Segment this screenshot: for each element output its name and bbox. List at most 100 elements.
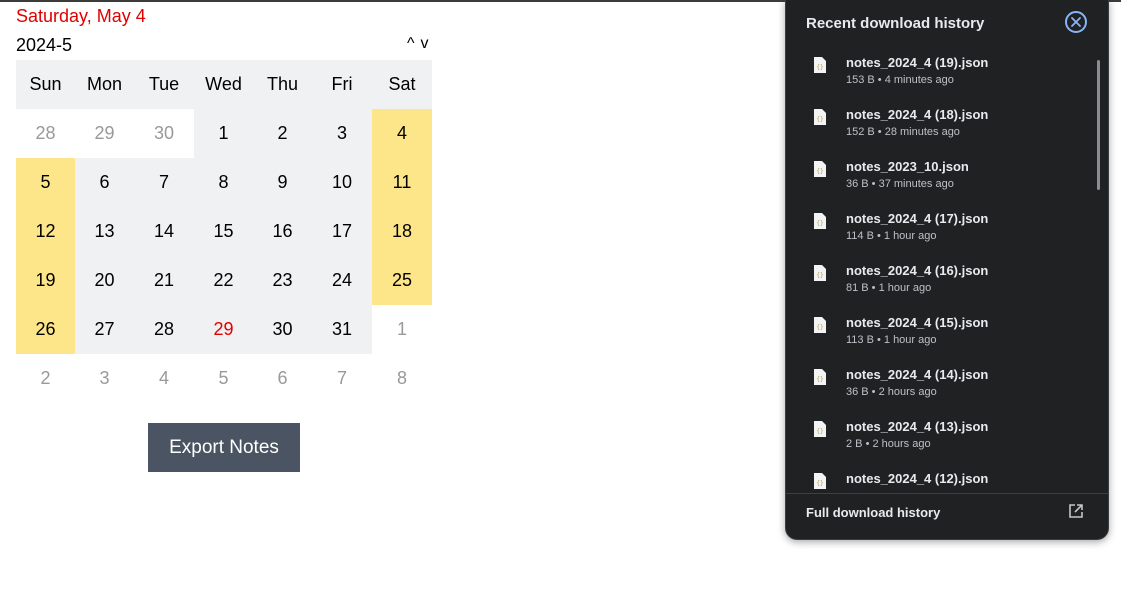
calendar-day[interactable]: 6 — [75, 158, 134, 207]
next-month-button[interactable]: v — [421, 35, 429, 52]
json-file-icon: {} — [814, 369, 826, 385]
calendar-day[interactable]: 23 — [253, 256, 312, 305]
full-download-history-link[interactable]: Full download history — [806, 505, 940, 520]
svg-text:{}: {} — [816, 168, 823, 175]
download-meta: 81 B • 1 hour ago — [846, 282, 932, 294]
download-item[interactable]: {} notes_2024_4 (14).json 36 B • 2 hours… — [786, 356, 1108, 408]
json-file-icon: {} — [814, 161, 826, 177]
download-filename: notes_2024_4 (16).json — [846, 263, 989, 278]
calendar-day-weekend[interactable]: 25 — [372, 256, 432, 305]
calendar-day[interactable]: 16 — [253, 207, 312, 256]
download-filename: notes_2024_4 (18).json — [846, 107, 989, 122]
calendar-day-weekend[interactable]: 18 — [372, 207, 432, 256]
calendar-day[interactable]: 21 — [134, 256, 204, 305]
download-item[interactable]: {} notes_2024_4 (19).json 153 B • 4 minu… — [786, 44, 1108, 96]
download-item[interactable]: {} notes_2024_4 (15).json 113 B • 1 hour… — [786, 304, 1108, 356]
download-list: {} notes_2024_4 (19).json 153 B • 4 minu… — [786, 44, 1108, 493]
open-in-new-icon[interactable] — [1068, 503, 1084, 519]
weekday-header: Wed — [194, 60, 253, 109]
download-item[interactable]: {} notes_2024_4 (13).json 2 B • 2 hours … — [786, 408, 1108, 460]
calendar-day[interactable]: 24 — [312, 256, 372, 305]
calendar-day[interactable]: 14 — [134, 207, 204, 256]
calendar-day-other-month[interactable]: 7 — [312, 354, 372, 403]
download-filename: notes_2024_4 (15).json — [846, 315, 989, 330]
calendar-day-weekend[interactable]: 11 — [372, 158, 432, 207]
calendar-day[interactable]: 20 — [75, 256, 134, 305]
calendar-day-weekend[interactable]: 12 — [16, 207, 75, 256]
month-label: 2024-5 — [16, 35, 73, 55]
download-meta: 36 B • 37 minutes ago — [846, 178, 954, 190]
calendar-day[interactable]: 7 — [134, 158, 194, 207]
download-meta: 36 B • 2 hours ago — [846, 386, 937, 398]
weekday-header: Tue — [134, 60, 194, 109]
day-number: 21 — [153, 270, 175, 290]
calendar-day-other-month[interactable]: 2 — [16, 354, 75, 403]
calendar-day-other-month[interactable]: 1 — [372, 305, 432, 354]
day-number: 14 — [153, 221, 175, 241]
calendar-day-weekend[interactable]: 26 — [16, 305, 75, 354]
calendar-day-other-month[interactable]: 5 — [194, 354, 253, 403]
calendar-day[interactable]: 30 — [253, 305, 312, 354]
calendar-day-other-month[interactable]: 30 — [134, 109, 194, 158]
calendar: Sun Mon Tue Wed Thu Fri Sat 28 29 30 1 2… — [16, 60, 432, 403]
export-notes-button[interactable]: Export Notes — [148, 423, 300, 472]
download-filename: notes_2024_4 (14).json — [846, 367, 989, 382]
json-file-icon: {} — [814, 317, 826, 333]
calendar-day-today[interactable]: 29 — [194, 305, 263, 354]
download-item[interactable]: {} notes_2024_4 (12).json — [786, 460, 1108, 493]
calendar-grid: Sun Mon Tue Wed Thu Fri Sat 28 29 30 1 2… — [16, 60, 432, 403]
calendar-day-weekend[interactable]: 19 — [16, 256, 75, 305]
calendar-day-other-month[interactable]: 28 — [16, 109, 75, 158]
calendar-day[interactable]: 1 — [194, 109, 253, 158]
prev-month-button[interactable]: ^ — [407, 35, 415, 52]
calendar-day[interactable]: 8 — [194, 158, 253, 207]
download-meta: 2 B • 2 hours ago — [846, 438, 931, 450]
calendar-day[interactable]: 13 — [75, 207, 134, 256]
json-file-icon: {} — [814, 421, 826, 437]
download-meta: 153 B • 4 minutes ago — [846, 74, 954, 86]
calendar-day-other-month[interactable]: 4 — [134, 354, 194, 403]
calendar-day[interactable]: 9 — [253, 158, 312, 207]
calendar-day[interactable]: 2 — [253, 109, 312, 158]
panel-title: Recent download history — [806, 15, 985, 32]
footer-divider — [786, 493, 1108, 494]
calendar-day-weekend[interactable]: 5 — [16, 158, 75, 207]
download-filename: notes_2023_10.json — [846, 159, 969, 174]
selected-date-label: Saturday, May 4 — [16, 6, 146, 26]
calendar-day[interactable]: 28 — [134, 305, 194, 354]
download-filename: notes_2024_4 (19).json — [846, 55, 989, 70]
calendar-day[interactable]: 3 — [312, 109, 372, 158]
day-number: 29 — [213, 319, 234, 339]
svg-text:{}: {} — [816, 480, 823, 487]
calendar-day-other-month[interactable]: 3 — [75, 354, 134, 403]
download-item[interactable]: {} notes_2024_4 (17).json 114 B • 1 hour… — [786, 200, 1108, 252]
download-filename: notes_2024_4 (12).json — [846, 471, 989, 486]
calendar-day-selected[interactable]: 4 — [372, 109, 432, 158]
download-meta: 114 B • 1 hour ago — [846, 230, 937, 242]
list-scrollbar[interactable] — [1097, 60, 1100, 190]
calendar-day[interactable]: 27 — [75, 305, 134, 354]
download-meta: 152 B • 28 minutes ago — [846, 126, 960, 138]
download-item[interactable]: {} notes_2024_4 (18).json 152 B • 28 min… — [786, 96, 1108, 148]
calendar-day[interactable]: 22 — [194, 256, 253, 305]
calendar-day[interactable]: 15 — [194, 207, 253, 256]
close-icon[interactable] — [1065, 11, 1087, 33]
calendar-day[interactable]: 10 — [312, 158, 372, 207]
download-history-panel: Recent download history {} notes_2024_4 … — [785, 0, 1109, 540]
calendar-day-other-month[interactable]: 8 — [372, 354, 432, 403]
calendar-day-other-month[interactable]: 6 — [253, 354, 312, 403]
calendar-day[interactable]: 31 — [312, 305, 372, 354]
download-item[interactable]: {} notes_2024_4 (16).json 81 B • 1 hour … — [786, 252, 1108, 304]
json-file-icon: {} — [814, 265, 826, 281]
json-file-icon: {} — [814, 57, 826, 73]
weekday-header: Sat — [372, 60, 432, 109]
calendar-day[interactable]: 17 — [312, 207, 372, 256]
svg-text:{}: {} — [816, 376, 823, 383]
download-item[interactable]: {} notes_2023_10.json 36 B • 37 minutes … — [786, 148, 1108, 200]
weekday-header: Mon — [75, 60, 134, 109]
calendar-day-other-month[interactable]: 29 — [75, 109, 134, 158]
weekday-header: Thu — [253, 60, 312, 109]
close-x-glyph — [1071, 17, 1081, 27]
json-file-icon: {} — [814, 473, 826, 489]
svg-text:{}: {} — [816, 324, 823, 331]
